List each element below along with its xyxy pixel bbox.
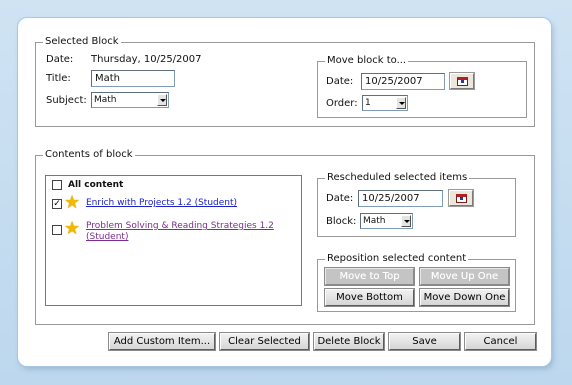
item-checkbox[interactable]: ✓ <box>52 199 62 209</box>
date-label: Date: <box>46 54 74 65</box>
item-link-line1[interactable]: Problem Solving & Reading Strategies 1.2 <box>86 221 274 232</box>
move-calendar-button[interactable] <box>450 73 474 89</box>
block-select[interactable]: Math <box>360 213 413 229</box>
save-button[interactable]: Save <box>389 333 460 350</box>
reposition-group: Reposition selected content Move to Top … <box>317 253 516 312</box>
move-up-one-button[interactable]: Move Up One <box>420 268 509 285</box>
order-label: Order: <box>326 98 358 109</box>
selected-block-group: Selected Block Date: Thursday, 10/25/200… <box>35 36 535 127</box>
calendar-icon <box>456 194 467 203</box>
block-label: Block: <box>326 216 357 227</box>
delete-block-button[interactable]: Delete Block <box>314 333 384 350</box>
move-bottom-button[interactable]: Move Bottom <box>325 289 414 306</box>
move-date-input[interactable]: 10/25/2007 <box>361 73 445 90</box>
rescheduled-date-input[interactable]: 10/25/2007 <box>358 190 443 207</box>
order-select[interactable]: 1 <box>362 95 408 111</box>
chevron-down-icon <box>157 94 167 106</box>
calendar-icon <box>457 77 468 86</box>
reposition-legend: Reposition selected content <box>325 253 469 265</box>
dialog-panel: Selected Block Date: Thursday, 10/25/200… <box>18 18 551 366</box>
item-link-line2[interactable]: (Student) <box>86 232 128 243</box>
title-input[interactable]: Math <box>91 70 175 87</box>
move-down-one-button[interactable]: Move Down One <box>420 289 509 306</box>
cancel-button[interactable]: Cancel <box>465 333 536 350</box>
contents-group: Contents of block All content ✓ ★ Enrich… <box>35 149 535 325</box>
chevron-down-icon <box>396 97 406 109</box>
subject-label: Subject: <box>46 95 87 106</box>
star-icon: ★ <box>64 218 81 239</box>
contents-legend: Contents of block <box>43 149 135 161</box>
item-checkbox[interactable] <box>52 225 62 235</box>
order-select-value: 1 <box>365 98 371 108</box>
subject-select-value: Math <box>94 95 117 105</box>
chevron-down-icon <box>401 215 411 227</box>
rescheduled-group: Rescheduled selected items Date: 10/25/2… <box>317 172 516 237</box>
all-content-label: All content <box>68 180 124 190</box>
subject-select[interactable]: Math <box>91 92 169 108</box>
contents-list[interactable]: All content ✓ ★ Enrich with Projects 1.2… <box>45 175 302 306</box>
move-block-legend: Move block to... <box>325 55 409 67</box>
date-value: Thursday, 10/25/2007 <box>91 54 202 65</box>
all-content-checkbox[interactable] <box>52 180 62 190</box>
rescheduled-legend: Rescheduled selected items <box>325 172 470 184</box>
move-to-top-button[interactable]: Move to Top <box>325 268 414 285</box>
move-date-label: Date: <box>326 76 354 87</box>
title-label: Title: <box>46 73 71 84</box>
clear-selected-button[interactable]: Clear Selected <box>220 333 309 350</box>
block-select-value: Math <box>363 216 386 226</box>
rescheduled-date-label: Date: <box>326 193 354 204</box>
rescheduled-calendar-button[interactable] <box>449 190 473 206</box>
move-block-group: Move block to... Date: 10/25/2007 Order:… <box>317 55 527 118</box>
star-icon: ★ <box>64 192 81 213</box>
add-custom-item-button[interactable]: Add Custom Item... <box>109 333 215 350</box>
selected-block-legend: Selected Block <box>43 36 121 48</box>
item-link[interactable]: Enrich with Projects 1.2 (Student) <box>86 198 237 209</box>
